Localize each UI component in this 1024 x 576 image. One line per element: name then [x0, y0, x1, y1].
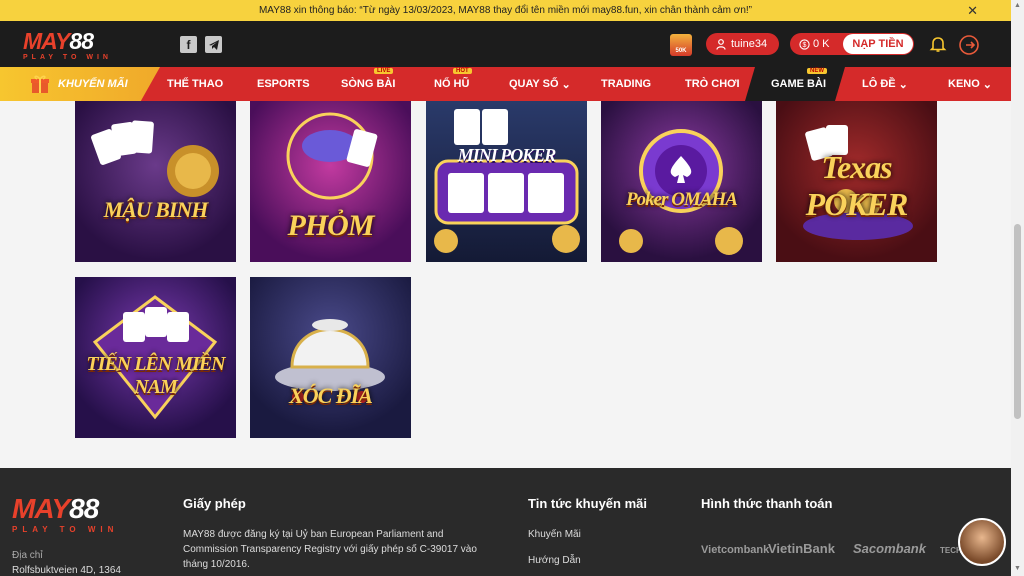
footer: MAY88 PLAY TO WIN Địa chỉ Rolfsbuktveien… [0, 468, 1011, 576]
bank-logo: Vietcombank [701, 544, 770, 556]
nav-label: NỔ HŨ [434, 78, 470, 90]
coin-icon: $ [799, 38, 810, 50]
license-text: MAY88 được đăng ký tại Uỷ ban European P… [183, 529, 444, 540]
telegram-icon[interactable] [205, 36, 222, 53]
nav-label: ESPORTS [257, 78, 310, 90]
address: Rolfsbuktveien 4D, 1364 [12, 565, 121, 576]
game-title: Poker OMAHA [626, 189, 738, 210]
logo-word: MAY [23, 28, 70, 54]
footer-link-promotions[interactable]: Khuyến Mãi [528, 529, 581, 540]
game-title: MINI POKER [457, 145, 557, 165]
logo-tagline: PLAY TO WIN [12, 525, 119, 534]
game-artwork [619, 129, 743, 255]
payment-title: Hình thức thanh toán [701, 496, 833, 511]
close-icon[interactable]: ✕ [967, 3, 978, 19]
username: tuine34 [731, 38, 768, 50]
logo-tagline: PLAY TO WIN [23, 54, 112, 61]
chevron-down-icon: ⌄ [898, 78, 908, 91]
facebook-icon[interactable]: f [180, 36, 197, 53]
game-title: MẬU BINH [103, 197, 209, 222]
nav-item-trading[interactable]: TRADING [601, 67, 651, 101]
game-tile-phom[interactable]: PHỎM [250, 101, 411, 262]
nav-item-card-games[interactable]: NEW GAME BÀI [771, 67, 827, 101]
scrollbar-thumb[interactable] [1014, 224, 1021, 419]
svg-text:$: $ [803, 42, 807, 49]
game-artwork [434, 109, 580, 253]
game-artwork [275, 319, 385, 403]
header: MAY88 PLAY TO WIN f 50K tuine34 $ 0 K NẠ… [0, 21, 1011, 67]
live-badge: LIVE [374, 68, 394, 74]
nav-item-esports[interactable]: ESPORTS [257, 67, 310, 101]
game-title: Texas POKER [805, 149, 909, 222]
address-label: Địa chỉ [12, 550, 43, 561]
nav-label: LÔ ĐỀ [862, 78, 896, 90]
logo-word: MAY [12, 493, 70, 524]
game-tile-poker-omaha[interactable]: Poker OMAHA [601, 101, 762, 262]
bank-logo: VietinBank [768, 541, 835, 556]
nav-item-casino[interactable]: LIVE SÒNG BÀI [341, 67, 395, 101]
nav-label: THỂ THAO [167, 78, 224, 90]
balance[interactable]: $ 0 K [790, 38, 843, 50]
scrollbar[interactable]: ▲ ▼ [1011, 0, 1024, 576]
gift-icon[interactable]: 50K [670, 34, 692, 56]
nav-label: KENO [948, 78, 980, 90]
user-icon [716, 38, 726, 50]
bank-logo: Sacombank [853, 541, 926, 556]
main-nav: KHUYẾN MÃI THỂ THAO ESPORTS LIVE SÒNG BÀI… [0, 67, 1011, 101]
game-title: PHỎM [287, 209, 375, 242]
user-button[interactable]: tuine34 [706, 33, 779, 55]
new-badge: NEW [807, 68, 827, 74]
nav-label: SÒNG BÀI [341, 78, 396, 90]
nav-label: GAME BÀI [771, 78, 826, 90]
nav-item-lo-de[interactable]: LÔ ĐỀ ⌄ [862, 67, 908, 101]
game-artwork [91, 120, 219, 197]
logo-number: 88 [69, 28, 94, 54]
scroll-down-icon[interactable]: ▼ [1013, 565, 1022, 574]
license-text: Commission Transparency Registry với giấ… [183, 544, 477, 555]
bell-icon[interactable] [929, 35, 947, 53]
logo-number: 88 [69, 493, 99, 524]
footer-link-guide[interactable]: Hướng Dẫn [528, 555, 581, 566]
chevron-down-icon: ⌄ [982, 78, 992, 91]
license-text: tháng 10/2016. [183, 559, 250, 570]
chevron-down-icon: ⌄ [561, 78, 571, 91]
balance-pill: $ 0 K NẠP TIỀN [790, 33, 914, 55]
balance-value: 0 K [813, 38, 830, 50]
gift-label: 50K [675, 48, 687, 54]
nav-item-keno[interactable]: KENO ⌄ [948, 67, 992, 101]
game-tile-texas-poker[interactable]: Texas POKER [776, 101, 937, 262]
nav-label: QUAY SỐ [509, 78, 559, 90]
game-tile-mau-binh[interactable]: MẬU BINH [75, 101, 236, 262]
page: { "notice": { "text": "MAY88 xin thông b… [0, 0, 1024, 576]
nav-promotions[interactable]: KHUYẾN MÃI [0, 67, 160, 101]
game-tile-mini-poker[interactable]: MINI POKER [426, 101, 587, 262]
gift-icon [31, 75, 49, 93]
scroll-up-icon[interactable]: ▲ [1013, 2, 1022, 11]
logout-icon[interactable] [958, 34, 980, 56]
logo[interactable]: MAY88 PLAY TO WIN [23, 29, 133, 61]
game-title: XÓC ĐĨA [289, 383, 373, 408]
notice-bar: MAY88 xin thông báo: “Từ ngày 13/03/2023… [0, 0, 1011, 21]
nav-item-lottery[interactable]: QUAY SỐ ⌄ [509, 67, 571, 101]
game-tile-xoc-dia[interactable]: XÓC ĐĨA [250, 277, 411, 438]
nav-item-games[interactable]: TRÒ CHƠI [685, 67, 740, 101]
news-title: Tin tức khuyến mãi [528, 496, 647, 511]
deposit-button[interactable]: NẠP TIỀN [843, 34, 913, 54]
nav-item-sports[interactable]: THỂ THAO [167, 67, 223, 101]
footer-logo[interactable]: MAY88 PLAY TO WIN [12, 493, 119, 535]
notice-text: MAY88 xin thông báo: “Từ ngày 13/03/2023… [258, 5, 753, 16]
nav-item-slots[interactable]: HOT NỔ HŨ [434, 67, 472, 101]
support-avatar[interactable] [958, 518, 1006, 566]
nav-label: TRÒ CHƠI [685, 78, 740, 90]
nav-promotions-label: KHUYẾN MÃI [58, 78, 128, 90]
game-title: TIẾN LÊN MIỀN NAM [86, 353, 225, 398]
nav-label: TRADING [601, 78, 652, 90]
game-tile-tien-len-mien-nam[interactable]: TIẾN LÊN MIỀN NAM [75, 277, 236, 438]
hot-badge: HOT [453, 68, 472, 74]
license-title: Giấy phép [183, 496, 246, 511]
